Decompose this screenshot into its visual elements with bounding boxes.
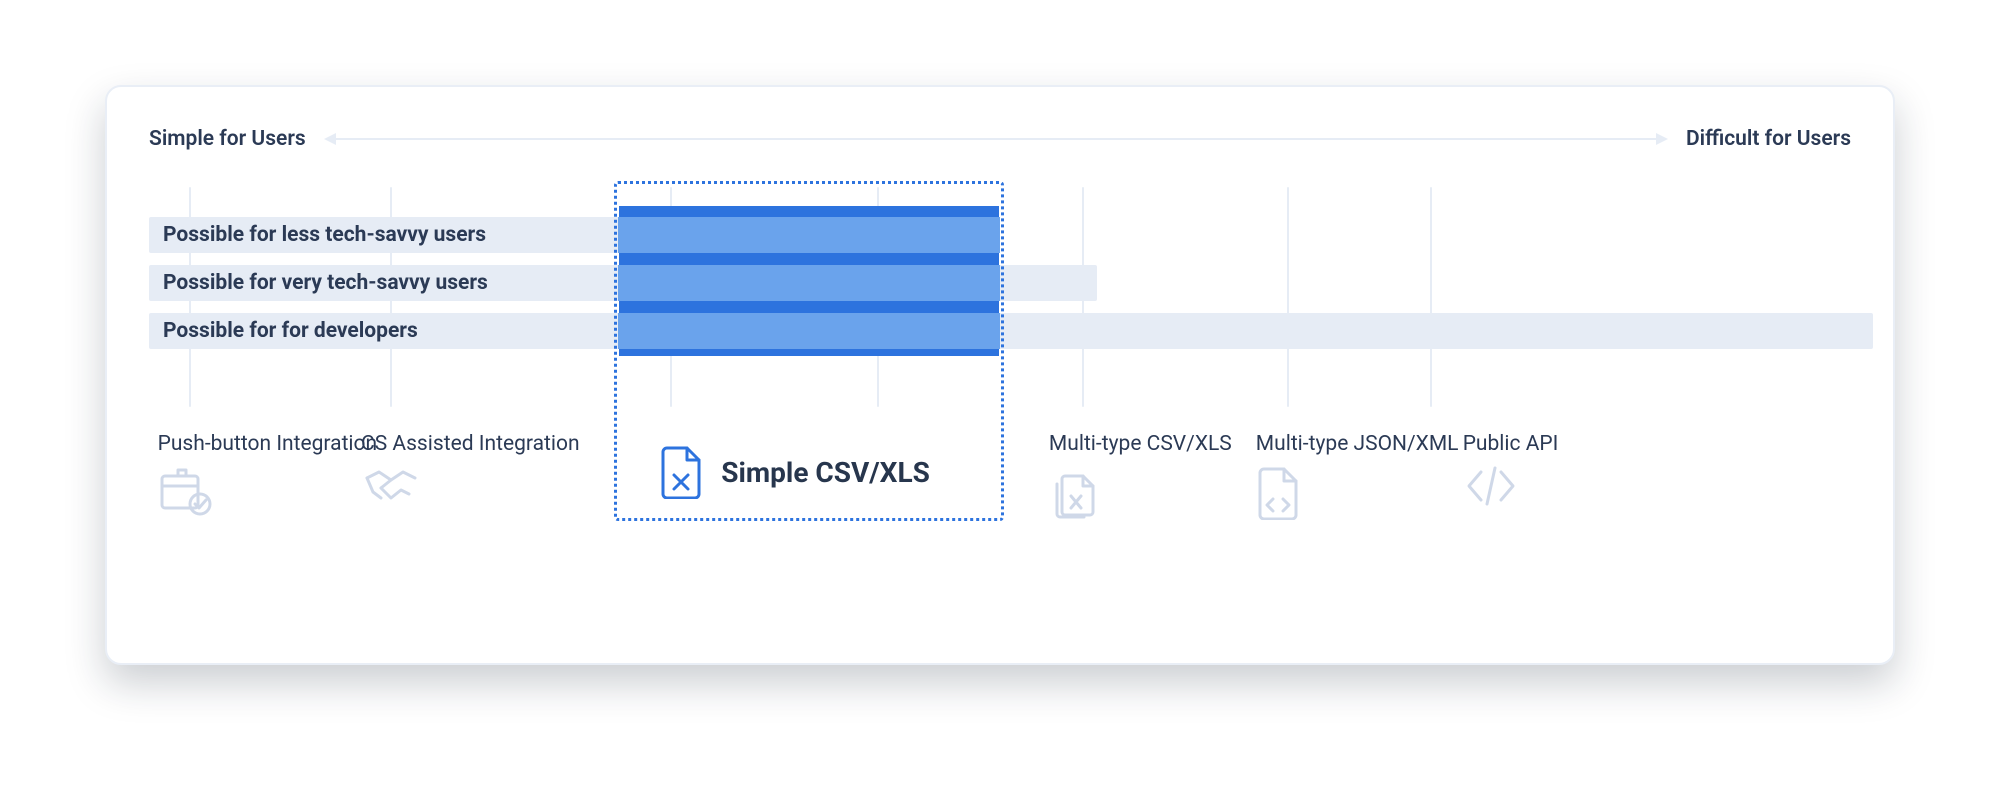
- highlight-category: Simple CSV/XLS: [659, 445, 930, 499]
- difficulty-axis: Simple for Users Difficult for Users: [149, 125, 1851, 153]
- category-label: Multi-type CSV/XLS: [1049, 432, 1232, 456]
- file-x-icon: [659, 445, 703, 499]
- chart-area: Possible for less tech-savvy users Possib…: [149, 187, 1873, 617]
- category-handshake: CS Assisted Integration: [361, 432, 580, 510]
- file-code-icon: [1256, 466, 1300, 520]
- category-label: Multi-type JSON/XML: [1256, 432, 1459, 456]
- diagram-card: Simple for Users Difficult for Users Pos…: [105, 85, 1895, 665]
- gridline: [1430, 187, 1432, 407]
- category-label: CS Assisted Integration: [361, 432, 580, 456]
- bar-label: Possible for very tech-savvy users: [163, 271, 488, 295]
- category-file-code: Multi-type JSON/XML: [1256, 432, 1459, 520]
- category-label: Push-button Integration: [158, 432, 378, 456]
- gridline: [1287, 187, 1289, 407]
- files-x-icon: [1049, 466, 1101, 522]
- highlight-bar-overlay: [618, 217, 1000, 253]
- handshake-icon: [361, 466, 421, 510]
- category-code: Public API: [1463, 432, 1559, 506]
- axis-arrow-line: [326, 138, 1666, 140]
- box-check-icon: [158, 466, 214, 516]
- code-icon: [1463, 466, 1519, 506]
- category-label: Public API: [1463, 432, 1559, 456]
- axis-label-difficult: Difficult for Users: [1686, 127, 1851, 151]
- bar-track: Possible for for developers: [149, 313, 1873, 349]
- axis-label-simple: Simple for Users: [149, 127, 306, 151]
- highlight-bar-overlay: [618, 265, 1000, 301]
- category-box-check: Push-button Integration: [158, 432, 378, 516]
- bar-label: Possible for less tech-savvy users: [163, 223, 486, 247]
- bar-label: Possible for for developers: [163, 319, 418, 343]
- highlight-category-label: Simple CSV/XLS: [721, 456, 930, 489]
- highlight-bar-overlay: [618, 313, 1000, 349]
- category-files-x: Multi-type CSV/XLS: [1049, 432, 1232, 522]
